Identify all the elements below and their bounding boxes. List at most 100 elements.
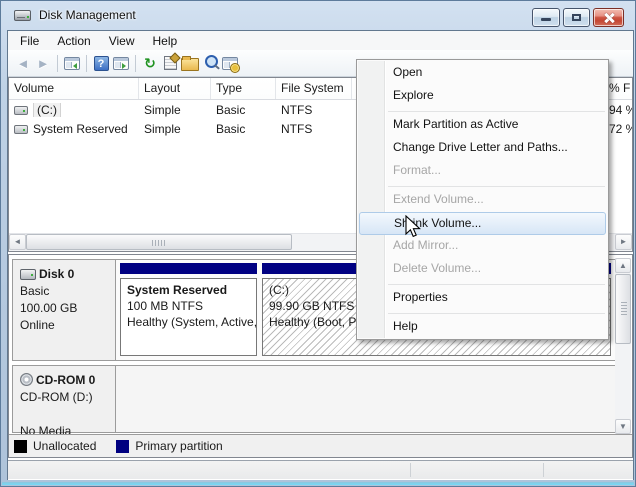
cdrom-media-area bbox=[116, 366, 615, 432]
disk-name: Disk 0 bbox=[39, 267, 75, 281]
volume-file-system: NTFS bbox=[281, 121, 313, 136]
menu-separator bbox=[388, 111, 605, 112]
scroll-grip bbox=[621, 302, 627, 316]
find-icon bbox=[205, 55, 218, 68]
cdrom-row: CD-ROM 0 CD-ROM (D:) No Media bbox=[12, 365, 616, 438]
toolbar-separator bbox=[57, 54, 58, 72]
scroll-right-button[interactable]: ► bbox=[615, 234, 632, 250]
find-button[interactable] bbox=[200, 53, 220, 73]
volume-icon bbox=[14, 124, 28, 134]
properties-icon bbox=[163, 56, 177, 70]
menu-item-change-drive-letter[interactable]: Change Drive Letter and Paths... bbox=[359, 137, 606, 160]
forward-icon: ► bbox=[36, 55, 50, 71]
disk-size: 100.00 GB bbox=[20, 301, 78, 315]
open-folder-icon bbox=[181, 56, 199, 71]
column-header-type[interactable]: Type bbox=[211, 78, 276, 99]
console-tree-icon bbox=[64, 56, 80, 70]
scroll-left-button[interactable]: ◄ bbox=[9, 234, 26, 250]
open-button[interactable] bbox=[180, 53, 200, 73]
show-action-pane-button[interactable] bbox=[111, 53, 131, 73]
disk-management-window: Disk Management File Action View Help ◄ … bbox=[0, 0, 636, 487]
properties-button[interactable] bbox=[160, 53, 180, 73]
refresh-button[interactable]: ↻ bbox=[140, 53, 160, 73]
menu-item-help[interactable]: Help bbox=[359, 316, 606, 339]
partition-system-reserved[interactable]: System Reserved 100 MB NTFS Healthy (Sys… bbox=[120, 263, 257, 357]
cdrom-label-panel[interactable]: CD-ROM 0 CD-ROM (D:) No Media bbox=[13, 366, 116, 438]
volume-pct-free: 94 % bbox=[609, 102, 632, 117]
column-header-volume[interactable]: Volume bbox=[9, 78, 139, 99]
volume-pct-free: 72 % bbox=[609, 121, 632, 136]
close-button[interactable] bbox=[593, 8, 624, 27]
primary-partition-swatch bbox=[116, 439, 130, 453]
statusbar-divider bbox=[543, 463, 544, 477]
scroll-up-button[interactable]: ▲ bbox=[615, 258, 631, 273]
status-bar bbox=[8, 460, 633, 479]
vertical-scroll-thumb[interactable] bbox=[615, 274, 631, 344]
column-header-file-system[interactable]: File System bbox=[276, 78, 352, 99]
menu-view[interactable]: View bbox=[100, 32, 144, 50]
partition-name: System Reserved bbox=[127, 283, 228, 297]
mouse-cursor-icon bbox=[405, 215, 421, 238]
menu-item-shrink-volume[interactable]: Shrink Volume... bbox=[359, 212, 606, 235]
show-console-tree-button[interactable] bbox=[62, 53, 82, 73]
app-icon bbox=[14, 8, 32, 23]
action-pane-icon bbox=[113, 56, 129, 70]
vertical-scrollbar[interactable]: ▲ ▼ bbox=[615, 258, 631, 434]
menu-item-delete-volume: Delete Volume... bbox=[393, 261, 482, 275]
disk-icon bbox=[20, 269, 36, 280]
titlebar: Disk Management bbox=[1, 1, 635, 30]
back-icon: ◄ bbox=[16, 55, 30, 71]
legend-unallocated: Unallocated bbox=[33, 439, 97, 453]
menu-item-open[interactable]: Open bbox=[359, 62, 606, 85]
column-header-layout[interactable]: Layout bbox=[139, 78, 211, 99]
menu-item-add-mirror: Add Mirror... bbox=[393, 238, 459, 252]
toolbar-separator bbox=[86, 54, 87, 72]
toolbar-separator bbox=[135, 54, 136, 72]
disk-type: Basic bbox=[20, 284, 50, 298]
volume-layout: Simple bbox=[144, 121, 181, 136]
menu-item-explore[interactable]: Explore bbox=[359, 85, 606, 108]
menu-item-mark-partition-active[interactable]: Mark Partition as Active bbox=[359, 114, 606, 137]
menu-item-format: Format... bbox=[393, 163, 442, 177]
cdrom-name: CD-ROM 0 bbox=[36, 373, 96, 387]
menu-action[interactable]: Action bbox=[48, 32, 99, 50]
volume-type: Basic bbox=[216, 121, 246, 136]
menu-item-properties[interactable]: Properties bbox=[359, 287, 606, 310]
services-button[interactable] bbox=[220, 53, 240, 73]
volume-type: Basic bbox=[216, 102, 246, 117]
menu-separator bbox=[388, 186, 605, 187]
menu-separator bbox=[388, 284, 605, 285]
menu-file[interactable]: File bbox=[11, 32, 48, 50]
menu-bar: File Action View Help bbox=[8, 31, 633, 50]
scroll-down-button[interactable]: ▼ bbox=[615, 419, 631, 434]
refresh-icon: ↻ bbox=[144, 55, 156, 71]
volume-file-system: NTFS bbox=[281, 102, 313, 117]
partition-size: 100 MB NTFS bbox=[127, 299, 204, 313]
statusbar-divider bbox=[410, 463, 411, 477]
cdrom-drive-letter: CD-ROM (D:) bbox=[20, 390, 93, 404]
menu-item-extend-volume: Extend Volume... bbox=[393, 192, 484, 206]
help-icon: ? bbox=[93, 55, 109, 71]
volume-icon bbox=[14, 105, 28, 115]
close-icon bbox=[603, 12, 615, 24]
menu-help[interactable]: Help bbox=[144, 32, 187, 50]
legend-primary-partition: Primary partition bbox=[135, 439, 223, 453]
menu-separator bbox=[388, 313, 605, 314]
minimize-icon bbox=[541, 18, 551, 21]
horizontal-scroll-thumb[interactable] bbox=[26, 234, 292, 250]
disk-status: Online bbox=[20, 318, 55, 332]
scroll-grip bbox=[152, 240, 166, 246]
cd-rom-icon bbox=[20, 373, 33, 386]
unallocated-swatch bbox=[14, 439, 27, 453]
primary-partition-bar bbox=[120, 263, 257, 274]
partition-status: Healthy (System, Active, bbox=[127, 315, 257, 329]
help-button[interactable]: ? bbox=[91, 53, 111, 73]
minimize-button[interactable] bbox=[532, 8, 560, 27]
maximize-button[interactable] bbox=[563, 8, 590, 27]
forward-button[interactable]: ► bbox=[33, 53, 53, 73]
column-header-pct-free[interactable]: % F bbox=[606, 78, 632, 99]
window-title: Disk Management bbox=[39, 8, 136, 22]
volume-layout: Simple bbox=[144, 102, 181, 117]
back-button[interactable]: ◄ bbox=[13, 53, 33, 73]
disk0-label-panel[interactable]: Disk 0 Basic 100.00 GB Online bbox=[13, 260, 116, 360]
